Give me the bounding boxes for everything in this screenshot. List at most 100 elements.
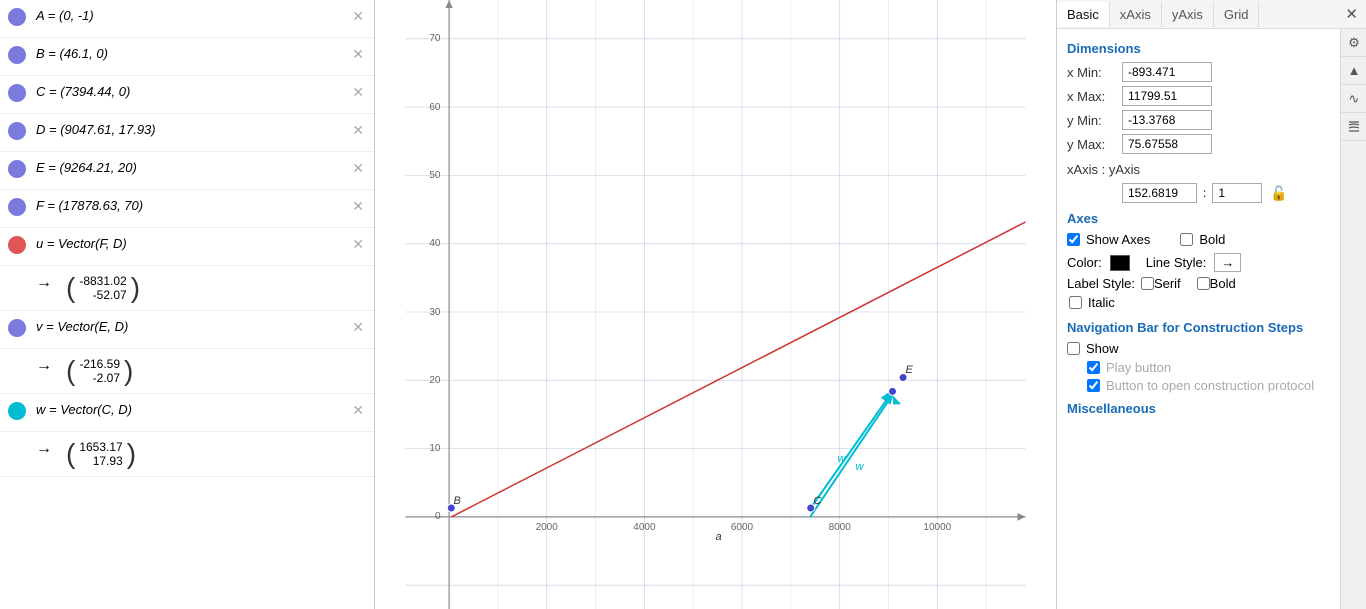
svg-text:w: w [856, 461, 865, 473]
protocol-button-row: Button to open construction protocol [1087, 378, 1330, 393]
svg-text:10000: 10000 [923, 522, 951, 533]
list-item: w = Vector(C, D) ✕ [0, 394, 374, 432]
svg-text:C: C [814, 495, 822, 507]
axis-ratio-label: xAxis : yAxis [1067, 162, 1167, 177]
point-dot-F [8, 198, 26, 216]
delete-C-button[interactable]: ✕ [350, 84, 366, 101]
linestyle-selector[interactable]: → [1214, 253, 1241, 272]
lock-icon[interactable]: 🔓 [1270, 185, 1287, 202]
ymin-input[interactable] [1122, 110, 1212, 130]
list-item: B = (46.1, 0) ✕ [0, 38, 374, 76]
xmin-row: x Min: [1067, 62, 1330, 82]
svg-text:4000: 4000 [633, 522, 656, 533]
bold-axes-checkbox[interactable] [1180, 233, 1193, 246]
svg-text:8000: 8000 [829, 522, 852, 533]
triangle-icon[interactable]: ▲ [1341, 57, 1366, 85]
item-label-u: u = Vector(F, D) [36, 236, 127, 251]
svg-text:10: 10 [429, 443, 441, 454]
settings-icon[interactable]: ⚙ [1341, 29, 1366, 57]
xmax-row: x Max: [1067, 86, 1330, 106]
graph-canvas[interactable]: 2000 4000 6000 8000 10000 70 60 50 40 30… [375, 0, 1056, 609]
item-label-E: E = (9264.21, 20) [36, 160, 137, 175]
delete-B-button[interactable]: ✕ [350, 46, 366, 63]
svg-text:E: E [906, 364, 914, 376]
ymin-row: y Min: [1067, 110, 1330, 130]
svg-text:50: 50 [429, 170, 441, 181]
nav-bar-title: Navigation Bar for Construction Steps [1067, 320, 1330, 335]
right-scroll-area: Dimensions x Min: x Max: y Min: y Max: x… [1057, 29, 1340, 609]
point-dot-B [8, 46, 26, 64]
tab-basic[interactable]: Basic [1057, 2, 1110, 27]
ymax-input[interactable] [1122, 134, 1212, 154]
ratio-right-input[interactable] [1212, 183, 1262, 203]
nav-bar-section: Navigation Bar for Construction Steps Sh… [1067, 320, 1330, 393]
vector-matrix-w: → ( 1653.17 17.93 ) [0, 432, 374, 477]
item-label-D: D = (9047.61, 17.93) [36, 122, 156, 137]
tab-xaxis[interactable]: xAxis [1110, 2, 1162, 27]
point-dot-A [8, 8, 26, 26]
delete-v-button[interactable]: ✕ [350, 319, 366, 336]
vector-arrow-w: → [36, 440, 52, 458]
matrix-w-val2: 17.93 [93, 454, 123, 468]
matrix-w: ( 1653.17 17.93 ) [58, 438, 144, 470]
svg-text:w: w [838, 453, 847, 465]
italic-label: Italic [1088, 295, 1115, 310]
delete-F-button[interactable]: ✕ [350, 198, 366, 215]
show-axes-row: Show Axes Bold [1067, 232, 1330, 247]
svg-text:40: 40 [429, 238, 441, 249]
label-style-row: Label Style: Serif Bold [1067, 276, 1330, 291]
item-label-B: B = (46.1, 0) [36, 46, 108, 61]
misc-title: Miscellaneous [1067, 401, 1330, 416]
vector-dot-v [8, 319, 26, 337]
list-item: D = (9047.61, 17.93) ✕ [0, 114, 374, 152]
protocol-button-checkbox[interactable] [1087, 379, 1100, 392]
color-swatch[interactable] [1110, 255, 1130, 271]
xmax-input[interactable] [1122, 86, 1212, 106]
point-dot-E [8, 160, 26, 178]
arrow-icon: → [1221, 255, 1234, 270]
point-dot-C [8, 84, 26, 102]
show-nav-row: Show [1067, 341, 1330, 356]
item-label-w: w = Vector(C, D) [36, 402, 132, 417]
axes-title: Axes [1067, 211, 1330, 226]
matrix-u-val1: -8831.02 [79, 274, 126, 288]
ratio-left-input[interactable] [1122, 183, 1197, 203]
bold-label-checkbox[interactable] [1197, 277, 1210, 290]
ymax-row: y Max: [1067, 134, 1330, 154]
close-panel-button[interactable]: ✕ [1337, 0, 1366, 28]
play-button-label: Play button [1106, 360, 1171, 375]
delete-E-button[interactable]: ✕ [350, 160, 366, 177]
bold-label-text: Bold [1210, 276, 1236, 291]
linestyle-label: Line Style: [1146, 255, 1207, 270]
svg-text:30: 30 [429, 307, 441, 318]
italic-row: Italic [1069, 295, 1330, 310]
xmax-label: x Max: [1067, 89, 1122, 104]
serif-label: Serif [1154, 276, 1181, 291]
wave-icon[interactable]: ∿ [1341, 85, 1366, 113]
xmin-input[interactable] [1122, 62, 1212, 82]
matrix-v-val2: -2.07 [93, 371, 120, 385]
delete-D-button[interactable]: ✕ [350, 122, 366, 139]
show-nav-checkbox[interactable] [1067, 342, 1080, 355]
svg-text:a: a [716, 531, 722, 543]
item-label-A: A = (0, -1) [36, 8, 94, 23]
list-item: A = (0, -1) ✕ [0, 0, 374, 38]
graph-svg: 2000 4000 6000 8000 10000 70 60 50 40 30… [375, 0, 1056, 609]
xmin-label: x Min: [1067, 65, 1122, 80]
delete-u-button[interactable]: ✕ [350, 236, 366, 253]
extra-icon[interactable] [1341, 113, 1366, 141]
delete-A-button[interactable]: ✕ [350, 8, 366, 25]
serif-checkbox[interactable] [1141, 277, 1154, 290]
list-item: E = (9264.21, 20) ✕ [0, 152, 374, 190]
delete-w-button[interactable]: ✕ [350, 402, 366, 419]
tab-yaxis[interactable]: yAxis [1162, 2, 1214, 27]
vector-dot-u [8, 236, 26, 254]
list-item: F = (17878.63, 70) ✕ [0, 190, 374, 228]
show-axes-checkbox[interactable] [1067, 233, 1080, 246]
play-button-checkbox[interactable] [1087, 361, 1100, 374]
italic-checkbox[interactable] [1069, 296, 1082, 309]
svg-text:B: B [454, 495, 461, 507]
ratio-colon: : [1203, 186, 1206, 200]
vector-matrix-u: → ( -8831.02 -52.07 ) [0, 266, 374, 311]
tab-grid[interactable]: Grid [1214, 2, 1260, 27]
